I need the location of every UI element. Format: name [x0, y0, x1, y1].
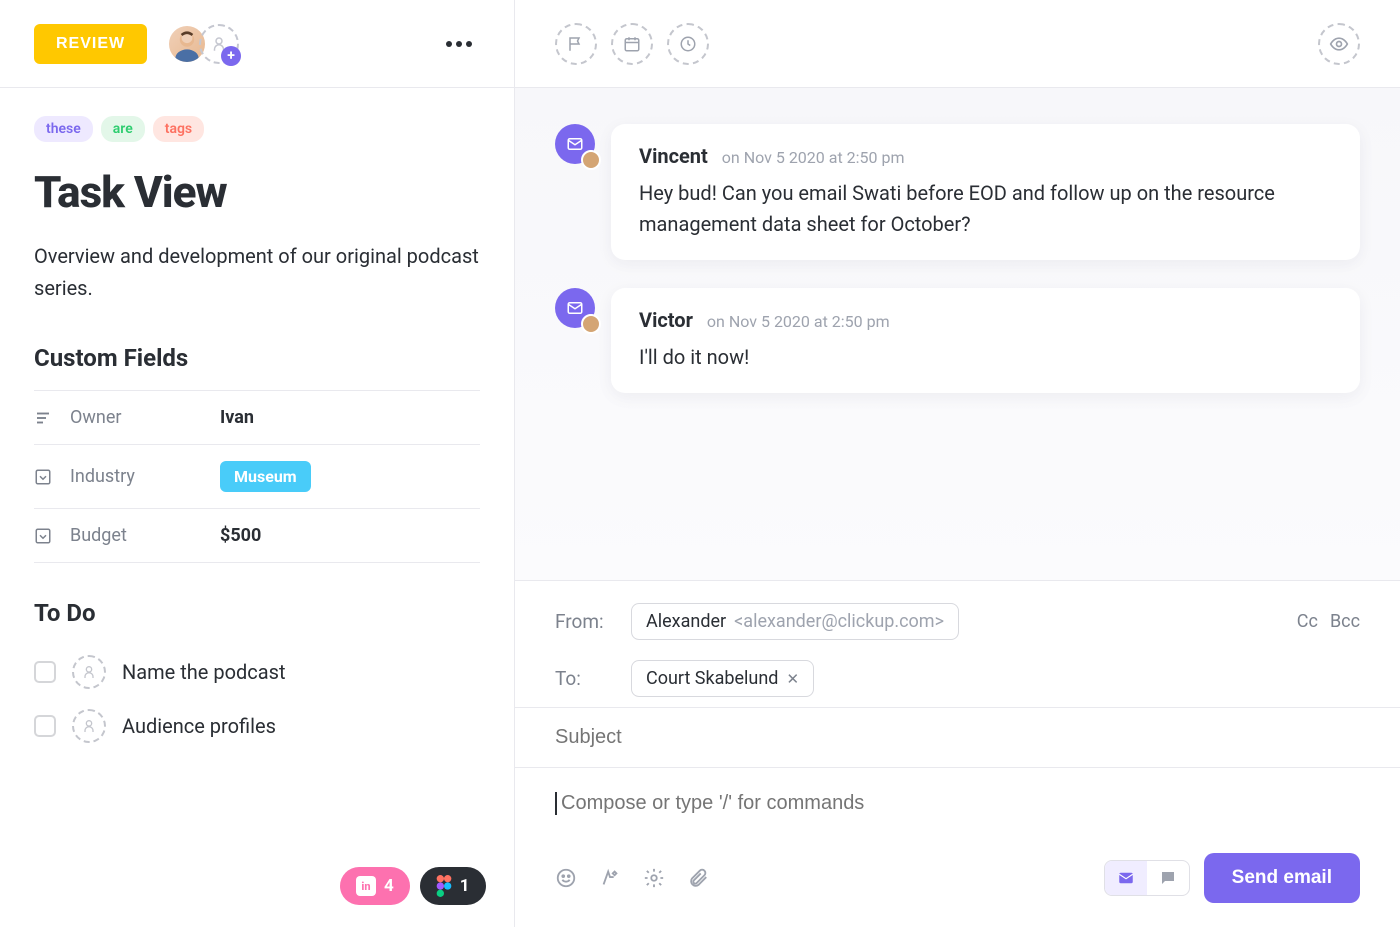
- task-panel: REVIEW + these are tags Task V: [0, 0, 515, 927]
- to-label: To:: [555, 667, 613, 690]
- todo-label[interactable]: Name the podcast: [122, 660, 286, 684]
- subject-input[interactable]: [555, 726, 1360, 749]
- message-author: Victor: [639, 308, 693, 332]
- compose-body-input[interactable]: [555, 792, 1360, 815]
- custom-field-row[interactable]: Owner Ivan: [34, 390, 480, 444]
- cf-value: $500: [220, 525, 261, 546]
- custom-fields-list: Owner Ivan Industry Museum Budget $500: [34, 390, 480, 563]
- plus-icon: +: [221, 46, 241, 66]
- list-icon: [34, 409, 56, 427]
- message-list: Vincent on Nov 5 2020 at 2:50 pm Hey bud…: [515, 88, 1400, 580]
- todo-assignee-add[interactable]: [72, 709, 106, 743]
- task-title[interactable]: Task View: [34, 166, 480, 218]
- figma-pill[interactable]: 1: [420, 867, 486, 905]
- message-time: on Nov 5 2020 at 2:50 pm: [722, 148, 905, 167]
- more-menu-button[interactable]: [438, 33, 480, 55]
- todo-item: Name the podcast: [34, 645, 480, 699]
- custom-field-row[interactable]: Budget $500: [34, 508, 480, 563]
- todo-checkbox[interactable]: [34, 715, 56, 737]
- send-email-button[interactable]: Send email: [1204, 853, 1360, 903]
- message-author: Vincent: [639, 144, 708, 168]
- from-email: <alexander@clickup.com>: [734, 611, 944, 632]
- comment-mode-button[interactable]: [1147, 861, 1189, 895]
- tag-list: these are tags: [34, 116, 480, 142]
- attachment-button[interactable]: [687, 867, 709, 889]
- task-header: REVIEW +: [0, 0, 514, 88]
- message-bubble[interactable]: Vincent on Nov 5 2020 at 2:50 pm Hey bud…: [611, 124, 1360, 260]
- flag-button[interactable]: [555, 23, 597, 65]
- activity-header: [515, 0, 1400, 88]
- invision-icon: in: [356, 876, 376, 896]
- author-avatar: [581, 314, 601, 334]
- to-chip[interactable]: Court Skabelund ✕: [631, 660, 814, 697]
- attachment-pills: in 4 1: [340, 867, 486, 905]
- tag[interactable]: are: [101, 116, 145, 142]
- bcc-button[interactable]: Bcc: [1330, 611, 1360, 632]
- dropdown-icon: [34, 468, 56, 486]
- tag[interactable]: tags: [153, 116, 204, 142]
- author-avatar: [581, 150, 601, 170]
- task-description[interactable]: Overview and development of our original…: [34, 240, 480, 304]
- compose-panel: From: Alexander <alexander@clickup.com> …: [515, 580, 1400, 927]
- from-label: From:: [555, 610, 613, 633]
- status-button[interactable]: REVIEW: [34, 24, 147, 64]
- remove-recipient-button[interactable]: ✕: [786, 670, 799, 688]
- watch-button[interactable]: [1318, 23, 1360, 65]
- message-bubble[interactable]: Victor on Nov 5 2020 at 2:50 pm I'll do …: [611, 288, 1360, 393]
- time-button[interactable]: [667, 23, 709, 65]
- todo-item: Audience profiles: [34, 699, 480, 753]
- todo-checkbox[interactable]: [34, 661, 56, 683]
- cc-button[interactable]: Cc: [1297, 611, 1318, 632]
- custom-field-row[interactable]: Industry Museum: [34, 444, 480, 508]
- settings-button[interactable]: [643, 867, 665, 889]
- ai-button[interactable]: [599, 867, 621, 889]
- message-item: Victor on Nov 5 2020 at 2:50 pm I'll do …: [555, 288, 1360, 393]
- tag[interactable]: these: [34, 116, 93, 142]
- mode-toggle: [1104, 860, 1190, 896]
- invision-count: 4: [384, 876, 394, 896]
- calendar-button[interactable]: [611, 23, 653, 65]
- figma-count: 1: [460, 876, 470, 896]
- message-body: I'll do it now!: [639, 342, 1332, 373]
- invision-pill[interactable]: in 4: [340, 867, 410, 905]
- dropdown-icon: [34, 527, 56, 545]
- cf-value-badge: Museum: [220, 461, 311, 492]
- from-row: From: Alexander <alexander@clickup.com> …: [555, 593, 1360, 650]
- to-row: To: Court Skabelund ✕: [555, 650, 1360, 707]
- cf-label: Budget: [70, 525, 220, 546]
- custom-fields-heading: Custom Fields: [34, 344, 480, 372]
- todo-heading: To Do: [34, 599, 480, 627]
- todo-assignee-add[interactable]: [72, 655, 106, 689]
- emoji-button[interactable]: [555, 867, 577, 889]
- message-time: on Nov 5 2020 at 2:50 pm: [707, 312, 890, 331]
- message-item: Vincent on Nov 5 2020 at 2:50 pm Hey bud…: [555, 124, 1360, 260]
- activity-panel: Vincent on Nov 5 2020 at 2:50 pm Hey bud…: [515, 0, 1400, 927]
- figma-icon: [436, 875, 452, 897]
- cf-label: Owner: [70, 407, 220, 428]
- cf-label: Industry: [70, 466, 220, 487]
- from-chip[interactable]: Alexander <alexander@clickup.com>: [631, 603, 959, 640]
- email-mode-button[interactable]: [1105, 861, 1147, 895]
- cf-value: Ivan: [220, 407, 254, 428]
- to-name: Court Skabelund: [646, 668, 778, 689]
- todo-label[interactable]: Audience profiles: [122, 714, 276, 738]
- add-assignee-button[interactable]: +: [199, 24, 239, 64]
- from-name: Alexander: [646, 611, 726, 632]
- message-body: Hey bud! Can you email Swati before EOD …: [639, 178, 1332, 240]
